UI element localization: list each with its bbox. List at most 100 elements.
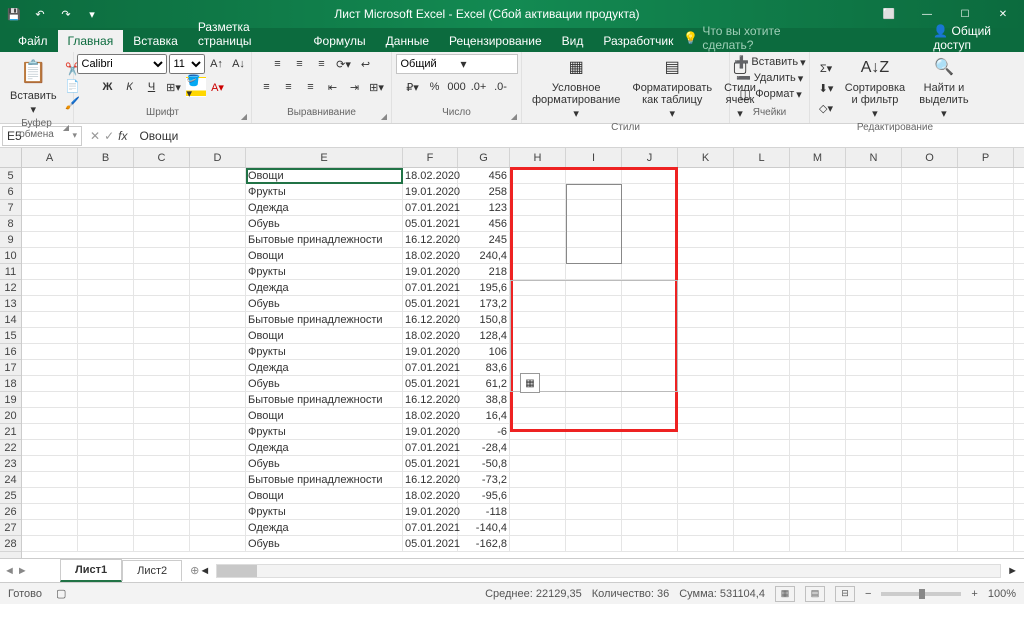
col-header-L[interactable]: L <box>734 148 790 167</box>
cell[interactable] <box>678 328 734 343</box>
row-header-5[interactable]: 5 <box>0 168 21 184</box>
zoom-out-icon[interactable]: − <box>865 588 871 600</box>
cell[interactable]: 123 <box>458 200 510 215</box>
cell[interactable] <box>622 216 678 231</box>
cell[interactable] <box>622 376 678 391</box>
cell[interactable] <box>78 264 134 279</box>
insert-cells-button[interactable]: ➕Вставить▾ <box>733 54 805 70</box>
cell[interactable] <box>958 312 1014 327</box>
cell[interactable] <box>790 456 846 471</box>
cell[interactable] <box>622 408 678 423</box>
conditional-formatting-button[interactable]: ▦Условное форматирование▾ <box>528 54 624 122</box>
col-header-G[interactable]: G <box>458 148 510 167</box>
cell[interactable] <box>510 296 566 311</box>
cell[interactable] <box>734 168 790 183</box>
cell[interactable] <box>190 328 246 343</box>
row-header-16[interactable]: 16 <box>0 344 21 360</box>
cell[interactable] <box>846 248 902 263</box>
cell[interactable] <box>790 168 846 183</box>
cell[interactable] <box>902 168 958 183</box>
cell[interactable]: 16.12.2020 <box>403 472 458 487</box>
cell[interactable] <box>846 344 902 359</box>
align-left-icon[interactable]: ≡ <box>257 77 277 97</box>
cell[interactable] <box>78 168 134 183</box>
cell[interactable]: Овощи <box>246 248 403 263</box>
cell[interactable]: 106 <box>458 344 510 359</box>
decrease-font-icon[interactable]: A↓ <box>229 54 249 74</box>
cell[interactable] <box>958 488 1014 503</box>
cell[interactable] <box>510 520 566 535</box>
cell[interactable] <box>902 392 958 407</box>
align-right-icon[interactable]: ≡ <box>301 77 321 97</box>
cell[interactable] <box>734 392 790 407</box>
cell[interactable] <box>846 216 902 231</box>
cell[interactable] <box>78 296 134 311</box>
cell[interactable]: Фрукты <box>246 184 403 199</box>
cell[interactable] <box>566 200 622 215</box>
cell[interactable] <box>22 216 78 231</box>
cell[interactable]: Фрукты <box>246 264 403 279</box>
align-bottom-icon[interactable]: ≡ <box>312 54 332 74</box>
qat-customize-icon[interactable]: ▾ <box>82 4 102 24</box>
cell[interactable]: 456 <box>458 168 510 183</box>
cell[interactable] <box>790 248 846 263</box>
cell[interactable] <box>902 520 958 535</box>
cell[interactable] <box>78 472 134 487</box>
cell[interactable] <box>566 424 622 439</box>
cell[interactable]: 18.02.2020 <box>403 168 458 183</box>
cell[interactable] <box>134 488 190 503</box>
hscroll-track[interactable] <box>216 564 1001 578</box>
cell[interactable] <box>902 280 958 295</box>
col-header-N[interactable]: N <box>846 148 902 167</box>
cell[interactable]: 18.02.2020 <box>403 248 458 263</box>
cell[interactable] <box>566 248 622 263</box>
cell[interactable] <box>134 184 190 199</box>
cell[interactable] <box>134 504 190 519</box>
cell[interactable] <box>566 456 622 471</box>
italic-button[interactable]: К <box>120 77 140 97</box>
tab-file[interactable]: Файл <box>8 30 58 52</box>
cell[interactable] <box>22 344 78 359</box>
row-header-28[interactable]: 28 <box>0 536 21 552</box>
cell[interactable] <box>902 456 958 471</box>
cell[interactable] <box>846 424 902 439</box>
cell[interactable] <box>846 472 902 487</box>
cell[interactable]: 16.12.2020 <box>403 312 458 327</box>
cell[interactable]: Обувь <box>246 536 403 551</box>
cell[interactable]: Обувь <box>246 216 403 231</box>
cell[interactable] <box>622 184 678 199</box>
cell[interactable] <box>846 312 902 327</box>
cell[interactable]: Фрукты <box>246 344 403 359</box>
cell[interactable] <box>846 440 902 455</box>
cell[interactable] <box>78 248 134 263</box>
cell[interactable] <box>510 280 566 295</box>
cell[interactable] <box>78 216 134 231</box>
cell[interactable] <box>790 536 846 551</box>
cell[interactable] <box>846 392 902 407</box>
cell[interactable] <box>678 456 734 471</box>
cell[interactable] <box>846 280 902 295</box>
cell[interactable] <box>790 264 846 279</box>
tab-formulas[interactable]: Формулы <box>303 30 375 52</box>
cell[interactable] <box>622 328 678 343</box>
cell[interactable]: 19.01.2020 <box>403 184 458 199</box>
cell[interactable] <box>190 472 246 487</box>
cell[interactable] <box>846 376 902 391</box>
row-header-13[interactable]: 13 <box>0 296 21 312</box>
cell[interactable]: Обувь <box>246 456 403 471</box>
cell[interactable]: 19.01.2020 <box>403 264 458 279</box>
cell[interactable] <box>734 376 790 391</box>
cell[interactable] <box>622 424 678 439</box>
cell[interactable] <box>902 376 958 391</box>
cell[interactable]: 07.01.2021 <box>403 440 458 455</box>
cell[interactable]: Овощи <box>246 168 403 183</box>
cell[interactable] <box>790 520 846 535</box>
cell[interactable] <box>134 520 190 535</box>
cell[interactable]: 16.12.2020 <box>403 392 458 407</box>
macro-recorder-icon[interactable]: ▢ <box>56 587 66 600</box>
cell[interactable] <box>902 264 958 279</box>
cell[interactable] <box>846 360 902 375</box>
row-header-21[interactable]: 21 <box>0 424 21 440</box>
cell[interactable] <box>566 296 622 311</box>
find-select-button[interactable]: 🔍Найти и выделить▾ <box>914 54 974 122</box>
